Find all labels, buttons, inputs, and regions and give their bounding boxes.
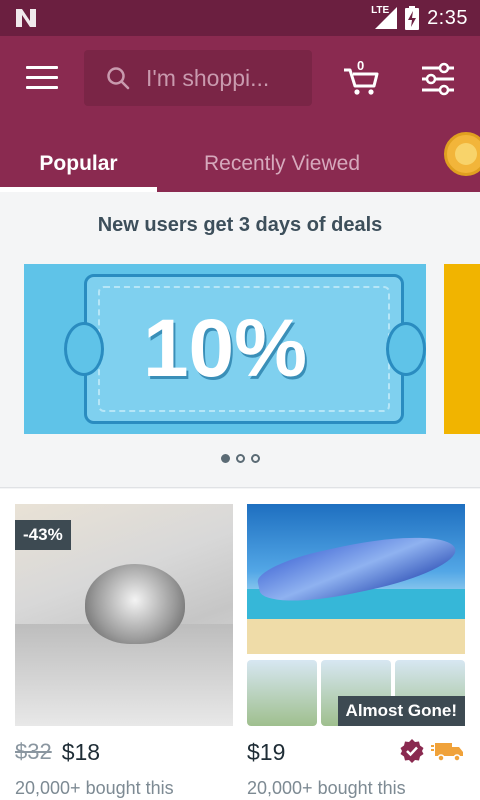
original-price: $32 — [15, 739, 52, 764]
hamburger-line — [26, 76, 58, 79]
product-grid: -43% $32 $18 20,000+ bought this Almost … — [0, 489, 480, 800]
wolf-bedding-image: -43% — [15, 504, 233, 726]
battery-charging-icon — [405, 6, 420, 30]
tab-recently-viewed[interactable]: Recently Viewed — [170, 136, 394, 192]
discount-badge: -43% — [15, 520, 71, 550]
product-badges — [399, 738, 465, 764]
tab-popular[interactable]: Popular — [0, 136, 157, 192]
carousel-dot[interactable] — [235, 454, 245, 463]
product-card[interactable]: -43% $32 $18 20,000+ bought this — [15, 504, 233, 799]
cart-count: 0 — [357, 58, 365, 73]
search-placeholder: I'm shoppi... — [146, 64, 270, 91]
product-price: $18 — [61, 738, 101, 765]
product-price: $19 — [247, 738, 286, 765]
signal-icon: LTE — [371, 5, 398, 29]
filter-button[interactable] — [420, 62, 456, 96]
carousel-dot[interactable] — [220, 454, 230, 463]
carousel-dot[interactable] — [250, 454, 260, 463]
cart-button[interactable]: 0 — [342, 56, 380, 96]
search-input[interactable]: I'm shoppi... — [84, 50, 312, 106]
bought-count: 20,000+ bought this — [247, 778, 406, 798]
hammock-image: Almost Gone! — [247, 504, 465, 726]
status-bar: LTE 2:35 — [0, 0, 480, 36]
bought-count: 20,000+ bought this — [15, 778, 174, 798]
clock: 2:35 — [427, 6, 468, 29]
variant-thumbnail — [247, 660, 317, 726]
price-row: $32 $18 — [15, 726, 233, 778]
tab-bar: Popular Recently Viewed — [0, 136, 480, 192]
carousel-pagination — [0, 454, 480, 463]
next-promo-banner[interactable] — [444, 264, 480, 434]
promo-section: New users get 3 days of deals 10% — [0, 192, 480, 488]
hamburger-line — [26, 66, 58, 69]
promo-title: New users get 3 days of deals — [97, 214, 383, 236]
banner-discount-text: 10% — [142, 303, 308, 394]
product-card[interactable]: Almost Gone! $19 20,000+ bought this — [247, 504, 465, 799]
promo-banner[interactable]: 10% — [24, 264, 426, 434]
menu-button[interactable] — [26, 66, 58, 92]
sand-shape — [247, 619, 465, 654]
notification-n-icon — [16, 9, 36, 27]
hamburger-line — [26, 86, 58, 89]
filter-sliders-icon — [422, 62, 454, 96]
shipping-truck-icon — [431, 743, 463, 762]
app-bar: I'm shoppi... 0 Popular Recently Viewed — [0, 36, 480, 192]
price-row: $19 — [247, 726, 465, 778]
almost-gone-badge: Almost Gone! — [337, 696, 465, 726]
verified-badge-icon — [400, 739, 424, 763]
search-icon — [107, 67, 130, 90]
wolf-print-shape — [85, 564, 185, 644]
rewards-coin-icon[interactable] — [444, 132, 480, 176]
